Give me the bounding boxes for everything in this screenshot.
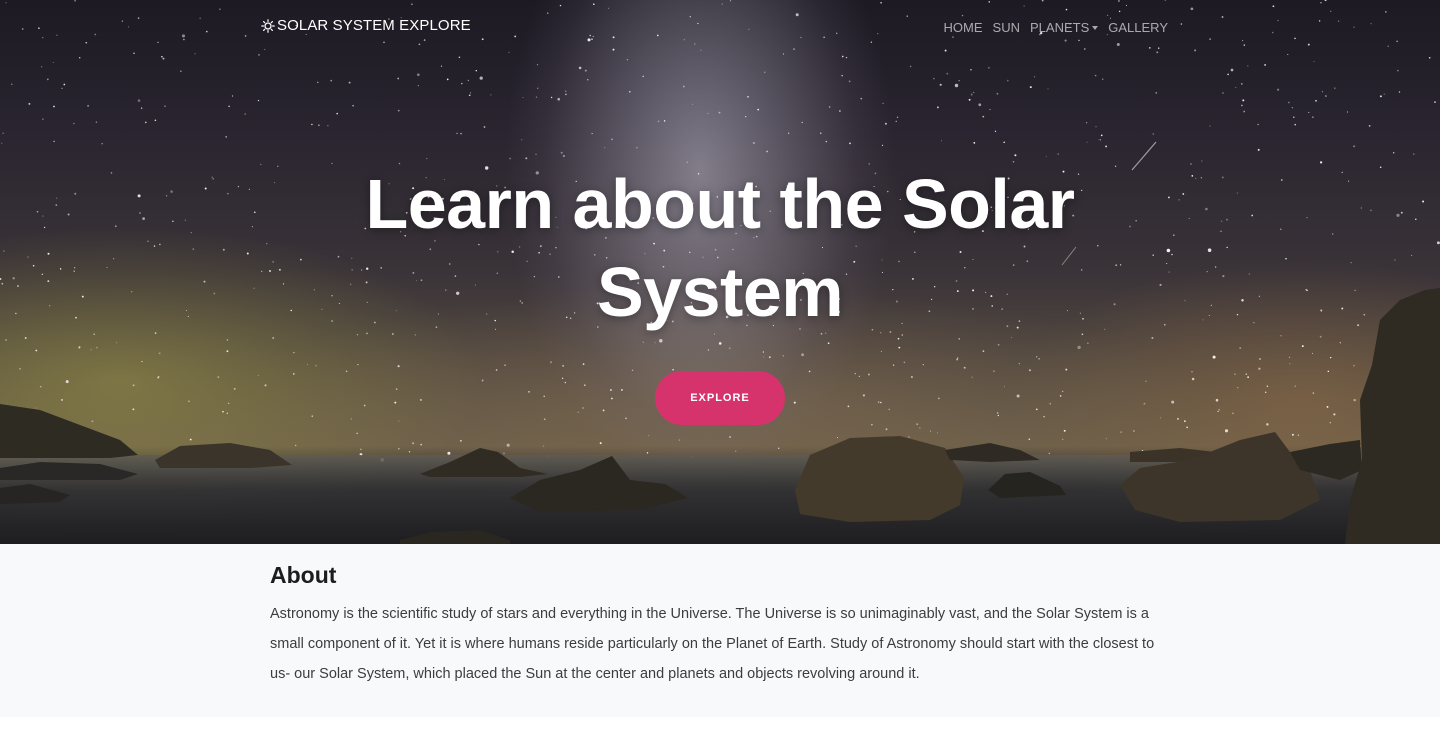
brand-link[interactable]: SOLAR SYSTEM EXPLORE: [261, 17, 471, 34]
nav-link-planets-label: PLANETS: [1030, 20, 1090, 35]
nav-link-home[interactable]: HOME: [939, 20, 988, 35]
about-heading: About: [270, 562, 337, 588]
explore-button[interactable]: EXPLORE: [655, 371, 785, 425]
about-section: About Astronomy is the scientific study …: [0, 544, 1440, 717]
nav-links: HOME SUN PLANETS GALLERY: [939, 20, 1173, 35]
caret-down-icon: [1092, 25, 1099, 30]
nav-link-gallery[interactable]: GALLERY: [1103, 20, 1173, 35]
about-text: Astronomy is the scientific study of sta…: [270, 606, 1155, 682]
hero-title-line2: System: [596, 253, 844, 331]
nav-link-sun[interactable]: SUN: [988, 20, 1025, 35]
nav-link-planets-dropdown[interactable]: PLANETS: [1025, 20, 1103, 35]
hero-section: SOLAR SYSTEM EXPLORE HOME SUN PLANETS GA…: [0, 0, 1440, 544]
brand-label: SOLAR SYSTEM EXPLORE: [277, 17, 471, 34]
sun-icon: [261, 18, 275, 33]
navbar: SOLAR SYSTEM EXPLORE HOME SUN PLANETS GA…: [0, 0, 1440, 56]
hero-title-line1: Learn about the Solar: [365, 165, 1075, 243]
hero-title: Learn about the Solar System: [320, 160, 1120, 336]
